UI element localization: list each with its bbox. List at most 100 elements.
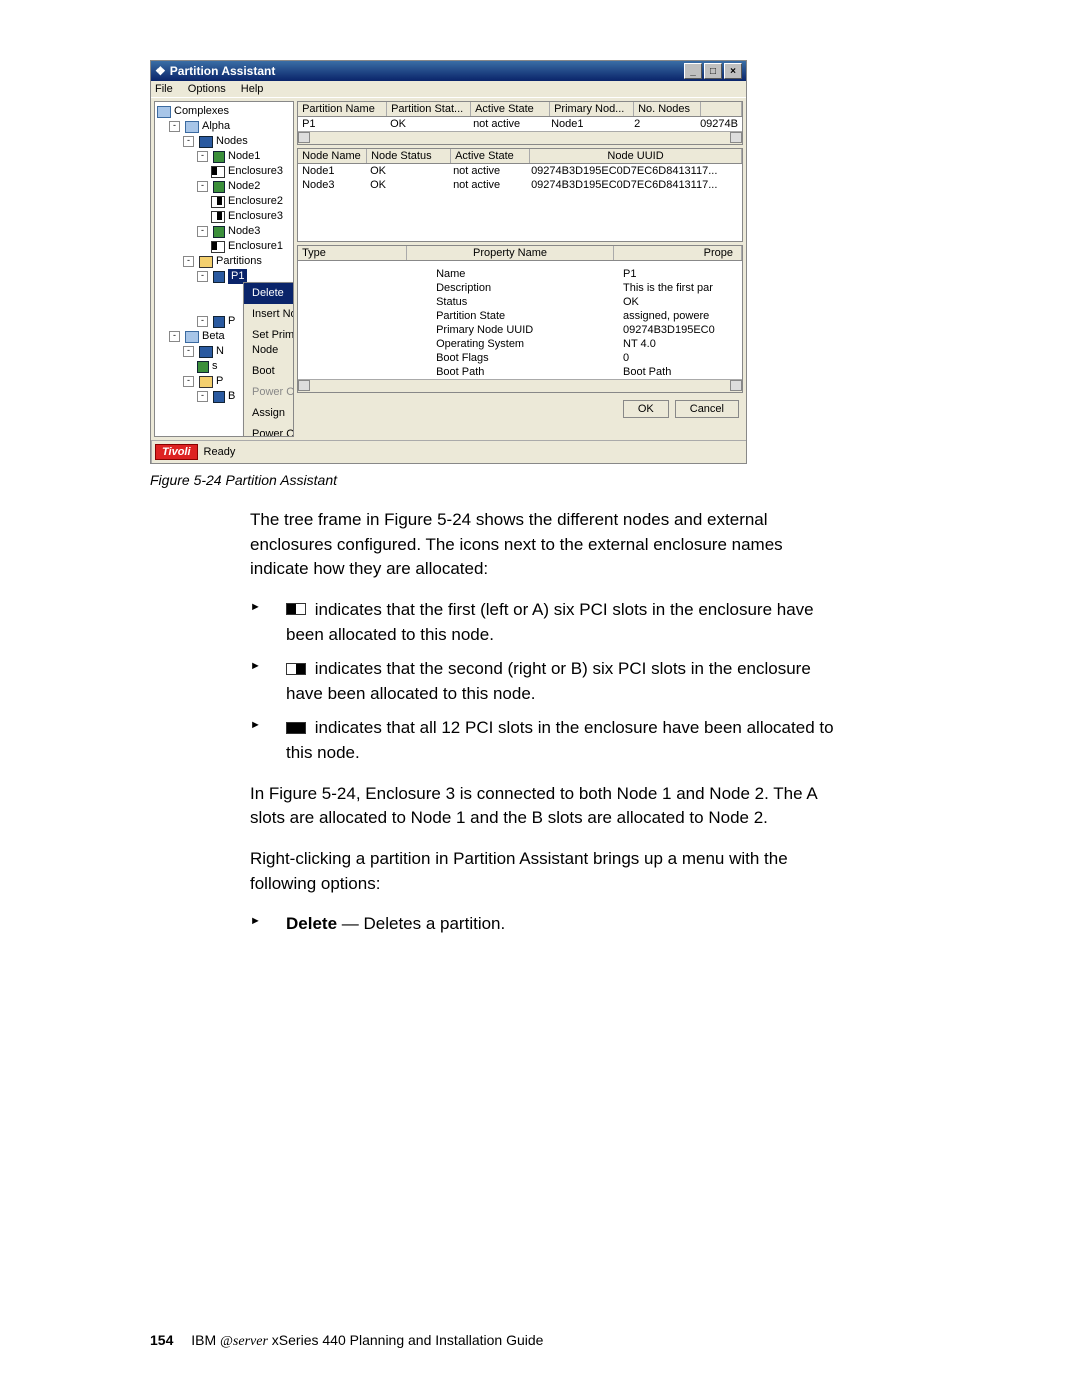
property-grid[interactable]: Type Property Name Prope NameP1 Descript… bbox=[297, 245, 743, 393]
col-header[interactable] bbox=[701, 102, 742, 116]
tree-node1[interactable]: Node1 bbox=[228, 149, 260, 164]
partition-icon bbox=[213, 316, 225, 328]
expander-icon[interactable]: - bbox=[197, 271, 208, 282]
table-row[interactable]: StatusOK bbox=[298, 295, 742, 309]
table-row[interactable]: Node1 OK not active 09274B3D195EC0D7EC6D… bbox=[298, 164, 742, 178]
table-row[interactable]: Boot Flags0 bbox=[298, 351, 742, 365]
list-item: Delete — Deletes a partition. bbox=[250, 912, 840, 937]
tree-root[interactable]: Complexes bbox=[174, 104, 229, 119]
col-header[interactable]: Node Status bbox=[367, 149, 451, 163]
tree-p2[interactable]: P bbox=[228, 314, 235, 329]
tree-beta-s[interactable]: s bbox=[212, 359, 218, 374]
col-header[interactable]: Prope bbox=[614, 246, 742, 260]
figure-caption: Figure 5-24 Partition Assistant bbox=[150, 472, 1000, 488]
col-header[interactable]: Primary Nod... bbox=[550, 102, 634, 116]
ctx-power-off: Power Off bbox=[244, 382, 294, 403]
tree-beta[interactable]: Beta bbox=[202, 329, 225, 344]
tree-enc1[interactable]: Enclosure1 bbox=[228, 239, 283, 254]
partition-assistant-window: ❖ Partition Assistant _ □ × File Options… bbox=[150, 60, 747, 464]
expander-icon[interactable]: - bbox=[169, 331, 180, 342]
expander-icon[interactable]: - bbox=[197, 391, 208, 402]
col-header[interactable]: Node Name bbox=[298, 149, 367, 163]
col-header[interactable]: Active State bbox=[471, 102, 550, 116]
titlebar[interactable]: ❖ Partition Assistant _ □ × bbox=[151, 61, 746, 81]
group-icon bbox=[185, 121, 199, 133]
node-icon bbox=[197, 361, 209, 373]
tree-beta-n[interactable]: N bbox=[216, 344, 224, 359]
nodes-icon bbox=[199, 346, 213, 358]
col-header[interactable]: Type bbox=[298, 246, 407, 260]
expander-icon[interactable]: - bbox=[197, 316, 208, 327]
table-row[interactable]: Operating SystemNT 4.0 bbox=[298, 337, 742, 351]
close-button[interactable]: × bbox=[724, 63, 742, 79]
expander-icon[interactable]: - bbox=[197, 226, 208, 237]
col-header[interactable]: Property Name bbox=[407, 246, 614, 260]
col-header[interactable]: Node UUID bbox=[530, 149, 742, 163]
expander-icon[interactable]: - bbox=[197, 151, 208, 162]
statusbar: Tivoli Ready bbox=[151, 440, 746, 463]
maximize-button[interactable]: □ bbox=[704, 63, 722, 79]
tree-alpha[interactable]: Alpha bbox=[202, 119, 230, 134]
expander-icon[interactable]: - bbox=[169, 121, 180, 132]
ctx-assign[interactable]: Assign bbox=[244, 403, 294, 424]
cancel-button[interactable]: Cancel bbox=[675, 400, 739, 418]
expander-icon[interactable]: - bbox=[183, 346, 194, 357]
col-header[interactable]: Partition Stat... bbox=[387, 102, 471, 116]
context-menu: Delete Insert Node▶ Set Primary Node▶ Bo… bbox=[243, 282, 294, 437]
status-text: Ready bbox=[204, 446, 236, 458]
col-header[interactable]: Partition Name bbox=[298, 102, 387, 116]
paragraph: Right-clicking a partition in Partition … bbox=[250, 847, 840, 896]
ctx-set-primary-node[interactable]: Set Primary Node▶ bbox=[244, 325, 294, 361]
expander-icon[interactable]: - bbox=[183, 376, 194, 387]
table-row[interactable]: DescriptionThis is the first par bbox=[298, 281, 742, 295]
horizontal-scrollbar[interactable] bbox=[298, 379, 742, 392]
app-icon: ❖ bbox=[155, 64, 166, 78]
table-row[interactable]: P1 OK not active Node1 2 09274B bbox=[298, 117, 742, 131]
expander-icon[interactable]: - bbox=[183, 256, 194, 267]
col-header[interactable]: No. Nodes bbox=[634, 102, 701, 116]
partition-grid[interactable]: Partition Name Partition Stat... Active … bbox=[297, 101, 743, 145]
node-icon bbox=[213, 151, 225, 163]
ctx-boot[interactable]: Boot bbox=[244, 361, 294, 382]
enclosure-b-icon bbox=[211, 196, 225, 208]
list-item: indicates that the first (left or A) six… bbox=[250, 598, 840, 647]
table-row[interactable]: Primary Node UUID09274B3D195EC0 bbox=[298, 323, 742, 337]
expander-icon[interactable]: - bbox=[197, 181, 208, 192]
ctx-insert-node[interactable]: Insert Node▶ bbox=[244, 304, 294, 325]
menu-file[interactable]: File bbox=[155, 83, 173, 95]
group-icon bbox=[185, 331, 199, 343]
tree-beta-b[interactable]: B bbox=[228, 389, 235, 404]
expander-icon[interactable]: - bbox=[183, 136, 194, 147]
tree-nodes[interactable]: Nodes bbox=[216, 134, 248, 149]
tree-partitions[interactable]: Partitions bbox=[216, 254, 262, 269]
ctx-delete[interactable]: Delete bbox=[244, 283, 294, 304]
tree-beta-p[interactable]: P bbox=[216, 374, 223, 389]
partition-icon bbox=[213, 391, 225, 403]
table-row[interactable]: Node3 OK not active 09274B3D195EC0D7EC6D… bbox=[298, 178, 742, 192]
menu-help[interactable]: Help bbox=[241, 83, 264, 95]
tree-node2[interactable]: Node2 bbox=[228, 179, 260, 194]
complexes-icon bbox=[157, 106, 171, 118]
table-row[interactable]: Boot PathBoot Path bbox=[298, 365, 742, 379]
enclosure-b-icon bbox=[211, 211, 225, 223]
tivoli-logo: Tivoli bbox=[155, 444, 198, 460]
ctx-power-on-hold[interactable]: Power On Hold bbox=[244, 424, 294, 437]
table-row[interactable]: NameP1 bbox=[298, 267, 742, 281]
enclosure-full-icon bbox=[286, 722, 306, 734]
ok-button[interactable]: OK bbox=[623, 400, 669, 418]
enclosure-b-icon bbox=[286, 663, 306, 675]
tree-enc3a[interactable]: Enclosure3 bbox=[228, 164, 283, 179]
partitions-icon bbox=[199, 376, 213, 388]
col-header[interactable]: Active State bbox=[451, 149, 530, 163]
tree-pane[interactable]: Complexes -Alpha -Nodes -Node1 Enclosure… bbox=[154, 101, 294, 437]
tree-enc2[interactable]: Enclosure2 bbox=[228, 194, 283, 209]
tree-enc3b[interactable]: Enclosure3 bbox=[228, 209, 283, 224]
nodes-icon bbox=[199, 136, 213, 148]
node-grid[interactable]: Node Name Node Status Active State Node … bbox=[297, 148, 743, 242]
menu-options[interactable]: Options bbox=[188, 83, 226, 95]
horizontal-scrollbar[interactable] bbox=[298, 131, 742, 144]
tree-node3[interactable]: Node3 bbox=[228, 224, 260, 239]
minimize-button[interactable]: _ bbox=[684, 63, 702, 79]
list-item: indicates that all 12 PCI slots in the e… bbox=[250, 716, 840, 765]
table-row[interactable]: Partition Stateassigned, powere bbox=[298, 309, 742, 323]
